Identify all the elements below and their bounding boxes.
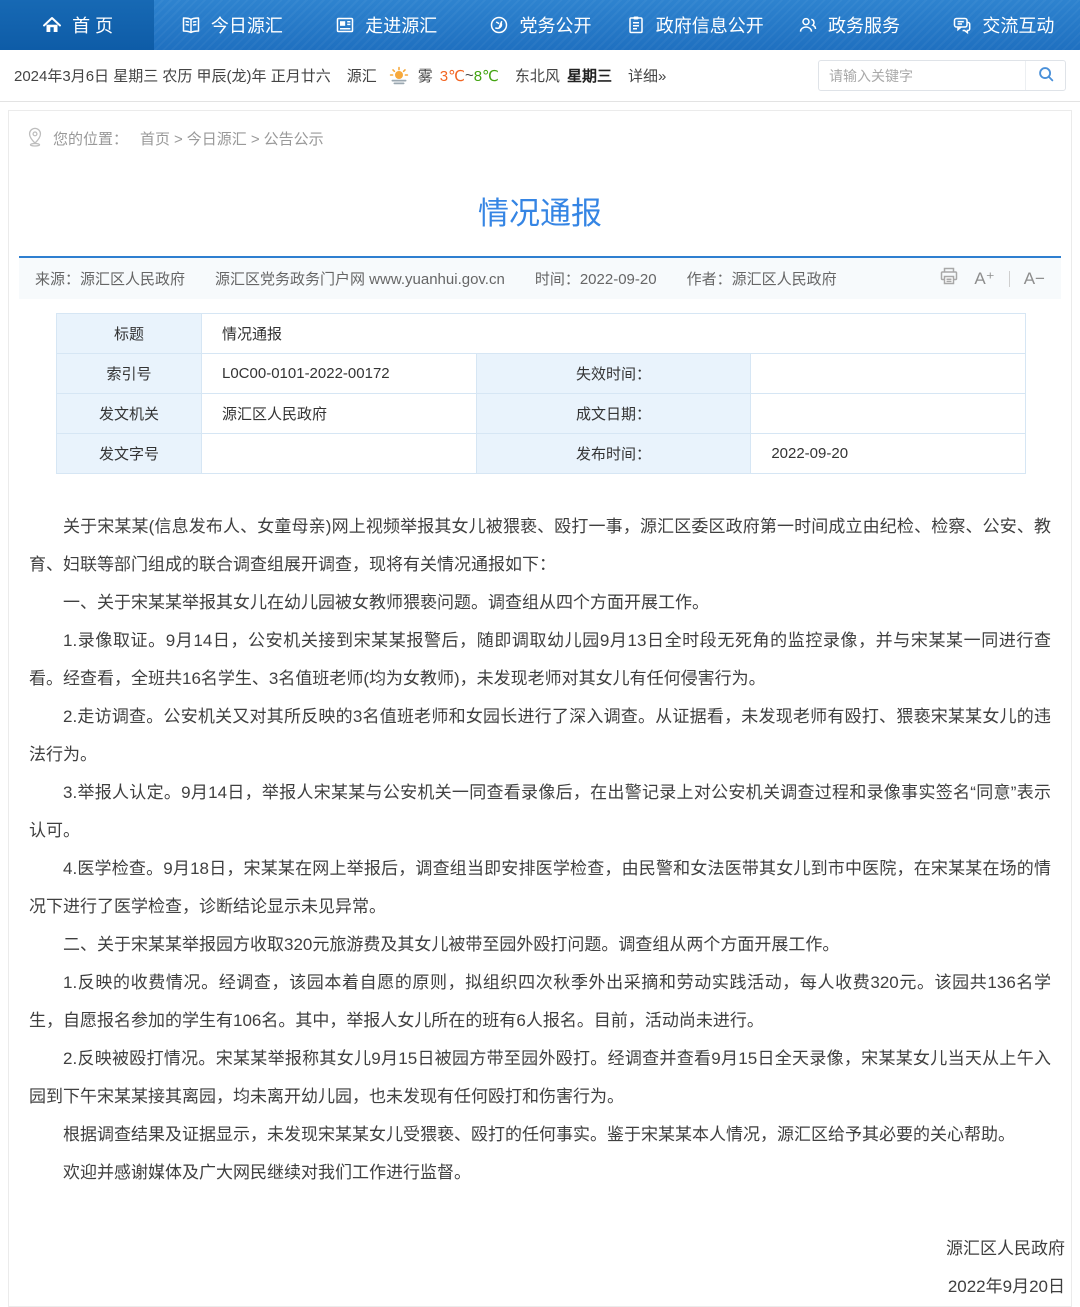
paragraph-7: 二、关于宋某某举报园方收取320元旅游费及其女儿被带至园外殴打问题。调查组从两个…	[29, 926, 1051, 964]
breadcrumb-prefix: 您的位置：	[53, 128, 128, 149]
search-input[interactable]	[819, 68, 1025, 84]
search-box	[818, 60, 1066, 91]
date-text: 2024年3月6日 星期三 农历 甲辰(龙)年 正月廿六	[14, 65, 331, 86]
meta-author: 作者：源汇区人民政府	[687, 268, 837, 289]
location-pin-icon	[25, 126, 45, 151]
article-meta-bar: 来源：源汇区人民政府 源汇区党务政务门户网 www.yuanhui.gov.cn…	[19, 256, 1061, 299]
paragraph-5: 3.举报人认定。9月14日，举报人宋某某与公安机关一同查看录像后，在出警记录上对…	[29, 774, 1051, 850]
paragraph-3: 1.录像取证。9月14日，公安机关接到宋某某报警后，随即调取幼儿园9月13日全时…	[29, 622, 1051, 698]
signature-block: 源汇区人民政府2022年9月20日	[9, 1230, 1071, 1306]
open-book-icon	[180, 14, 202, 36]
nav-item-3[interactable]: 走进源汇	[309, 0, 463, 50]
font-increase-button[interactable]: A⁺	[974, 269, 994, 289]
temp-high: 8℃	[474, 67, 499, 85]
search-button[interactable]	[1025, 61, 1065, 90]
meta-tools: A⁺ A−	[938, 265, 1045, 292]
weekday-text: 星期三	[567, 65, 612, 86]
nav-item-7[interactable]: 交流互动	[926, 0, 1080, 50]
meta-source: 来源：源汇区人民政府	[35, 268, 185, 289]
signature-line-2: 2022年9月20日	[9, 1268, 1065, 1306]
table-row: 标题情况通报	[57, 314, 1026, 354]
field-label: 标题	[57, 314, 202, 354]
field-label: 成文日期：	[476, 394, 751, 434]
clipboard-icon	[625, 14, 647, 36]
doc-info-table: 标题情况通报索引号L0C00-0101-2022-00172失效时间：发文机关源…	[56, 313, 1026, 474]
temp-low: 3℃	[440, 67, 465, 85]
party-emblem-icon	[488, 14, 510, 36]
breadcrumb-link-3[interactable]: 公告公示	[264, 131, 324, 148]
field-label: 发文机关	[57, 394, 202, 434]
breadcrumb-separator: >	[251, 131, 260, 148]
weather-detail-link[interactable]: 详细»	[628, 65, 666, 86]
nav-item-6[interactable]: 政务服务	[771, 0, 925, 50]
paragraph-4: 2.走访调查。公安机关又对其所反映的3名值班老师和女园长进行了深入调查。从证据看…	[29, 698, 1051, 774]
meta-time: 时间：2022-09-20	[535, 268, 657, 289]
print-button[interactable]	[938, 265, 960, 292]
paragraph-8: 1.反映的收费情况。经调查，该园本着自愿的原则，拟组织四次秋季外出采摘和劳动实践…	[29, 964, 1051, 1040]
article-body: 关于宋某某(信息发布人、女童母亲)网上视频举报其女儿被猥亵、殴打一事，源汇区委区…	[9, 498, 1071, 1192]
info-bar: 2024年3月6日 星期三 农历 甲辰(龙)年 正月廿六 源汇 雾 3℃ ~ 8…	[0, 50, 1080, 102]
field-value	[751, 394, 1026, 434]
nav-item-label: 政府信息公开	[656, 12, 764, 38]
field-value: 源汇区人民政府	[202, 394, 477, 434]
paragraph-2: 一、关于宋某某举报其女儿在幼儿园被女教师猥亵问题。调查组从四个方面开展工作。	[29, 584, 1051, 622]
meta-site: 源汇区党务政务门户网 www.yuanhui.gov.cn	[215, 268, 505, 289]
nav-item-label: 走进源汇	[365, 12, 437, 38]
font-decrease-button[interactable]: A−	[1024, 269, 1045, 289]
search-icon	[1036, 64, 1056, 87]
table-row: 发文机关源汇区人民政府成文日期：	[57, 394, 1026, 434]
page-title: 情况通报	[9, 161, 1071, 256]
wind-text: 东北风	[515, 65, 560, 86]
field-label: 发布时间：	[476, 434, 751, 474]
field-label: 失效时间：	[476, 354, 751, 394]
nav-item-4[interactable]: 党务公开	[463, 0, 617, 50]
field-value	[202, 434, 477, 474]
breadcrumb-link-1[interactable]: 首页	[140, 131, 170, 148]
home-icon	[41, 14, 63, 36]
temp-separator: ~	[465, 67, 474, 84]
nav-item-label: 交流互动	[982, 12, 1054, 38]
signature-line-1: 源汇区人民政府	[9, 1230, 1065, 1268]
breadcrumb-link-2[interactable]: 今日源汇	[187, 131, 247, 148]
paragraph-9: 2.反映被殴打情况。宋某某举报称其女儿9月15日被园方带至园外殴打。经调查并查看…	[29, 1040, 1051, 1116]
nav-item-label: 政务服务	[828, 12, 900, 38]
city-label: 源汇	[347, 65, 377, 86]
breadcrumb-separator: >	[174, 131, 183, 148]
printer-icon	[938, 265, 960, 292]
field-label: 发文字号	[57, 434, 202, 474]
chat-bubbles-icon	[951, 14, 973, 36]
top-navbar: 首 页 今日源汇 走进源汇 党务公开 政府信息公开 政务服务 交流互动	[0, 0, 1080, 50]
sun-haze-weather-icon	[387, 66, 411, 86]
field-label: 索引号	[57, 354, 202, 394]
nav-item-label: 今日源汇	[211, 12, 283, 38]
paragraph-6: 4.医学检查。9月18日，宋某某在网上举报后，调查组当即安排医学检查，由民警和女…	[29, 850, 1051, 926]
nav-item-label: 首 页	[72, 12, 113, 38]
nav-item-5[interactable]: 政府信息公开	[617, 0, 771, 50]
weather-condition: 雾	[418, 65, 433, 86]
paragraph-1: 关于宋某某(信息发布人、女童母亲)网上视频举报其女儿被猥亵、殴打一事，源汇区委区…	[29, 508, 1051, 584]
tool-divider	[1009, 271, 1010, 287]
field-value: 2022-09-20	[751, 434, 1026, 474]
breadcrumb-links: 首页>今日源汇>公告公示	[136, 128, 328, 149]
table-row: 发文字号 发布时间：2022-09-20	[57, 434, 1026, 474]
content-panel: 您的位置： 首页>今日源汇>公告公示 情况通报 来源：源汇区人民政府 源汇区党务…	[8, 110, 1072, 1307]
field-value: L0C00-0101-2022-00172	[202, 354, 477, 394]
field-value: 情况通报	[202, 314, 1026, 354]
paragraph-10: 根据调查结果及证据显示，未发现宋某某女儿受猥亵、殴打的任何事实。鉴于宋某某本人情…	[29, 1116, 1051, 1154]
field-value	[751, 354, 1026, 394]
paragraph-11: 欢迎并感谢媒体及广大网民继续对我们工作进行监督。	[29, 1154, 1051, 1192]
nav-item-1[interactable]: 首 页	[0, 0, 154, 50]
table-row: 索引号L0C00-0101-2022-00172失效时间：	[57, 354, 1026, 394]
breadcrumb: 您的位置： 首页>今日源汇>公告公示	[9, 111, 1071, 161]
nav-item-2[interactable]: 今日源汇	[154, 0, 308, 50]
person-icon	[797, 14, 819, 36]
newspaper-icon	[334, 14, 356, 36]
nav-item-label: 党务公开	[519, 12, 591, 38]
